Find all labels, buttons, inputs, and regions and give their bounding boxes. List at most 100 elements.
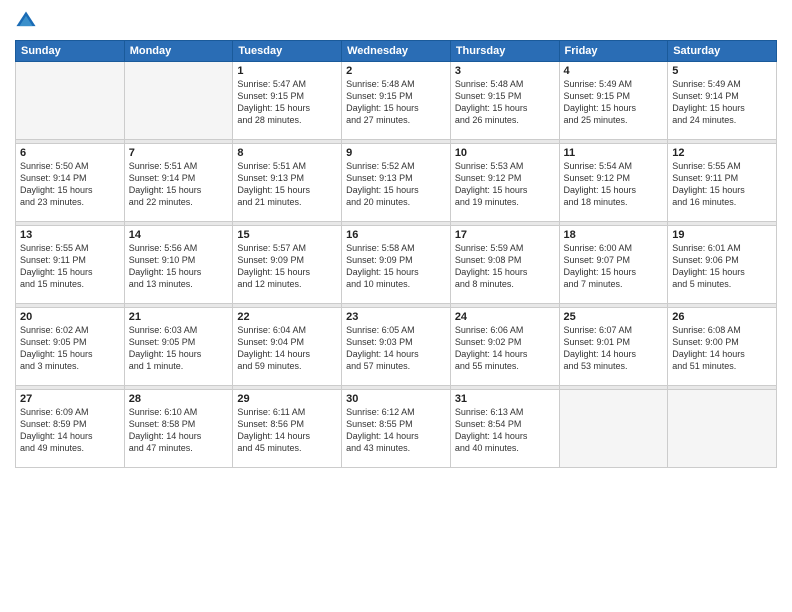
calendar-cell: 24Sunrise: 6:06 AM Sunset: 9:02 PM Dayli… [450,308,559,386]
day-info: Sunrise: 6:06 AM Sunset: 9:02 PM Dayligh… [455,324,555,373]
weekday-header: Friday [559,41,668,62]
day-info: Sunrise: 5:54 AM Sunset: 9:12 PM Dayligh… [564,160,664,209]
day-number: 16 [346,229,446,241]
day-info: Sunrise: 6:09 AM Sunset: 8:59 PM Dayligh… [20,406,120,455]
calendar-cell: 30Sunrise: 6:12 AM Sunset: 8:55 PM Dayli… [342,390,451,468]
day-number: 7 [129,147,229,159]
day-number: 26 [672,311,772,323]
day-number: 24 [455,311,555,323]
weekday-header: Tuesday [233,41,342,62]
weekday-header: Sunday [16,41,125,62]
day-info: Sunrise: 5:51 AM Sunset: 9:14 PM Dayligh… [129,160,229,209]
calendar-cell: 10Sunrise: 5:53 AM Sunset: 9:12 PM Dayli… [450,144,559,222]
day-number: 12 [672,147,772,159]
calendar-cell: 13Sunrise: 5:55 AM Sunset: 9:11 PM Dayli… [16,226,125,304]
day-info: Sunrise: 5:50 AM Sunset: 9:14 PM Dayligh… [20,160,120,209]
calendar-week-row: 20Sunrise: 6:02 AM Sunset: 9:05 PM Dayli… [16,308,777,386]
calendar-cell: 6Sunrise: 5:50 AM Sunset: 9:14 PM Daylig… [16,144,125,222]
calendar-cell [124,62,233,140]
day-number: 21 [129,311,229,323]
calendar-cell: 25Sunrise: 6:07 AM Sunset: 9:01 PM Dayli… [559,308,668,386]
calendar-cell: 4Sunrise: 5:49 AM Sunset: 9:15 PM Daylig… [559,62,668,140]
day-number: 2 [346,65,446,77]
day-number: 5 [672,65,772,77]
day-number: 13 [20,229,120,241]
weekday-header: Thursday [450,41,559,62]
day-number: 20 [20,311,120,323]
day-number: 22 [237,311,337,323]
calendar-cell: 9Sunrise: 5:52 AM Sunset: 9:13 PM Daylig… [342,144,451,222]
weekday-header-row: SundayMondayTuesdayWednesdayThursdayFrid… [16,41,777,62]
page: SundayMondayTuesdayWednesdayThursdayFrid… [0,0,792,612]
calendar-cell: 26Sunrise: 6:08 AM Sunset: 9:00 PM Dayli… [668,308,777,386]
day-info: Sunrise: 5:51 AM Sunset: 9:13 PM Dayligh… [237,160,337,209]
day-info: Sunrise: 6:07 AM Sunset: 9:01 PM Dayligh… [564,324,664,373]
calendar-cell: 29Sunrise: 6:11 AM Sunset: 8:56 PM Dayli… [233,390,342,468]
day-info: Sunrise: 5:49 AM Sunset: 9:15 PM Dayligh… [564,78,664,127]
calendar-week-row: 1Sunrise: 5:47 AM Sunset: 9:15 PM Daylig… [16,62,777,140]
calendar: SundayMondayTuesdayWednesdayThursdayFrid… [15,40,777,468]
day-number: 15 [237,229,337,241]
day-info: Sunrise: 5:48 AM Sunset: 9:15 PM Dayligh… [346,78,446,127]
day-info: Sunrise: 5:49 AM Sunset: 9:14 PM Dayligh… [672,78,772,127]
logo [15,10,41,32]
calendar-cell: 2Sunrise: 5:48 AM Sunset: 9:15 PM Daylig… [342,62,451,140]
calendar-cell [559,390,668,468]
day-info: Sunrise: 5:48 AM Sunset: 9:15 PM Dayligh… [455,78,555,127]
weekday-header: Wednesday [342,41,451,62]
day-number: 6 [20,147,120,159]
day-info: Sunrise: 6:04 AM Sunset: 9:04 PM Dayligh… [237,324,337,373]
day-info: Sunrise: 6:12 AM Sunset: 8:55 PM Dayligh… [346,406,446,455]
calendar-cell: 21Sunrise: 6:03 AM Sunset: 9:05 PM Dayli… [124,308,233,386]
day-info: Sunrise: 5:56 AM Sunset: 9:10 PM Dayligh… [129,242,229,291]
day-info: Sunrise: 6:01 AM Sunset: 9:06 PM Dayligh… [672,242,772,291]
day-info: Sunrise: 5:59 AM Sunset: 9:08 PM Dayligh… [455,242,555,291]
header [15,10,777,32]
day-info: Sunrise: 5:53 AM Sunset: 9:12 PM Dayligh… [455,160,555,209]
day-number: 3 [455,65,555,77]
calendar-cell: 23Sunrise: 6:05 AM Sunset: 9:03 PM Dayli… [342,308,451,386]
day-number: 9 [346,147,446,159]
calendar-week-row: 6Sunrise: 5:50 AM Sunset: 9:14 PM Daylig… [16,144,777,222]
day-number: 29 [237,393,337,405]
calendar-cell: 20Sunrise: 6:02 AM Sunset: 9:05 PM Dayli… [16,308,125,386]
calendar-cell: 12Sunrise: 5:55 AM Sunset: 9:11 PM Dayli… [668,144,777,222]
calendar-week-row: 13Sunrise: 5:55 AM Sunset: 9:11 PM Dayli… [16,226,777,304]
day-info: Sunrise: 6:05 AM Sunset: 9:03 PM Dayligh… [346,324,446,373]
logo-icon [15,10,37,32]
calendar-cell [668,390,777,468]
day-number: 28 [129,393,229,405]
day-info: Sunrise: 6:03 AM Sunset: 9:05 PM Dayligh… [129,324,229,373]
day-info: Sunrise: 6:13 AM Sunset: 8:54 PM Dayligh… [455,406,555,455]
calendar-cell: 16Sunrise: 5:58 AM Sunset: 9:09 PM Dayli… [342,226,451,304]
day-number: 18 [564,229,664,241]
day-number: 10 [455,147,555,159]
calendar-week-row: 27Sunrise: 6:09 AM Sunset: 8:59 PM Dayli… [16,390,777,468]
day-number: 27 [20,393,120,405]
day-number: 19 [672,229,772,241]
calendar-cell: 8Sunrise: 5:51 AM Sunset: 9:13 PM Daylig… [233,144,342,222]
day-info: Sunrise: 5:47 AM Sunset: 9:15 PM Dayligh… [237,78,337,127]
day-info: Sunrise: 5:58 AM Sunset: 9:09 PM Dayligh… [346,242,446,291]
calendar-cell: 5Sunrise: 5:49 AM Sunset: 9:14 PM Daylig… [668,62,777,140]
calendar-cell: 15Sunrise: 5:57 AM Sunset: 9:09 PM Dayli… [233,226,342,304]
calendar-cell: 17Sunrise: 5:59 AM Sunset: 9:08 PM Dayli… [450,226,559,304]
day-info: Sunrise: 6:00 AM Sunset: 9:07 PM Dayligh… [564,242,664,291]
calendar-cell: 11Sunrise: 5:54 AM Sunset: 9:12 PM Dayli… [559,144,668,222]
day-number: 23 [346,311,446,323]
calendar-cell: 18Sunrise: 6:00 AM Sunset: 9:07 PM Dayli… [559,226,668,304]
calendar-cell: 22Sunrise: 6:04 AM Sunset: 9:04 PM Dayli… [233,308,342,386]
day-info: Sunrise: 6:11 AM Sunset: 8:56 PM Dayligh… [237,406,337,455]
calendar-cell: 7Sunrise: 5:51 AM Sunset: 9:14 PM Daylig… [124,144,233,222]
day-info: Sunrise: 5:55 AM Sunset: 9:11 PM Dayligh… [20,242,120,291]
day-number: 4 [564,65,664,77]
calendar-cell [16,62,125,140]
day-number: 17 [455,229,555,241]
day-info: Sunrise: 6:08 AM Sunset: 9:00 PM Dayligh… [672,324,772,373]
day-number: 30 [346,393,446,405]
weekday-header: Monday [124,41,233,62]
calendar-cell: 31Sunrise: 6:13 AM Sunset: 8:54 PM Dayli… [450,390,559,468]
day-number: 14 [129,229,229,241]
calendar-cell: 1Sunrise: 5:47 AM Sunset: 9:15 PM Daylig… [233,62,342,140]
day-number: 8 [237,147,337,159]
